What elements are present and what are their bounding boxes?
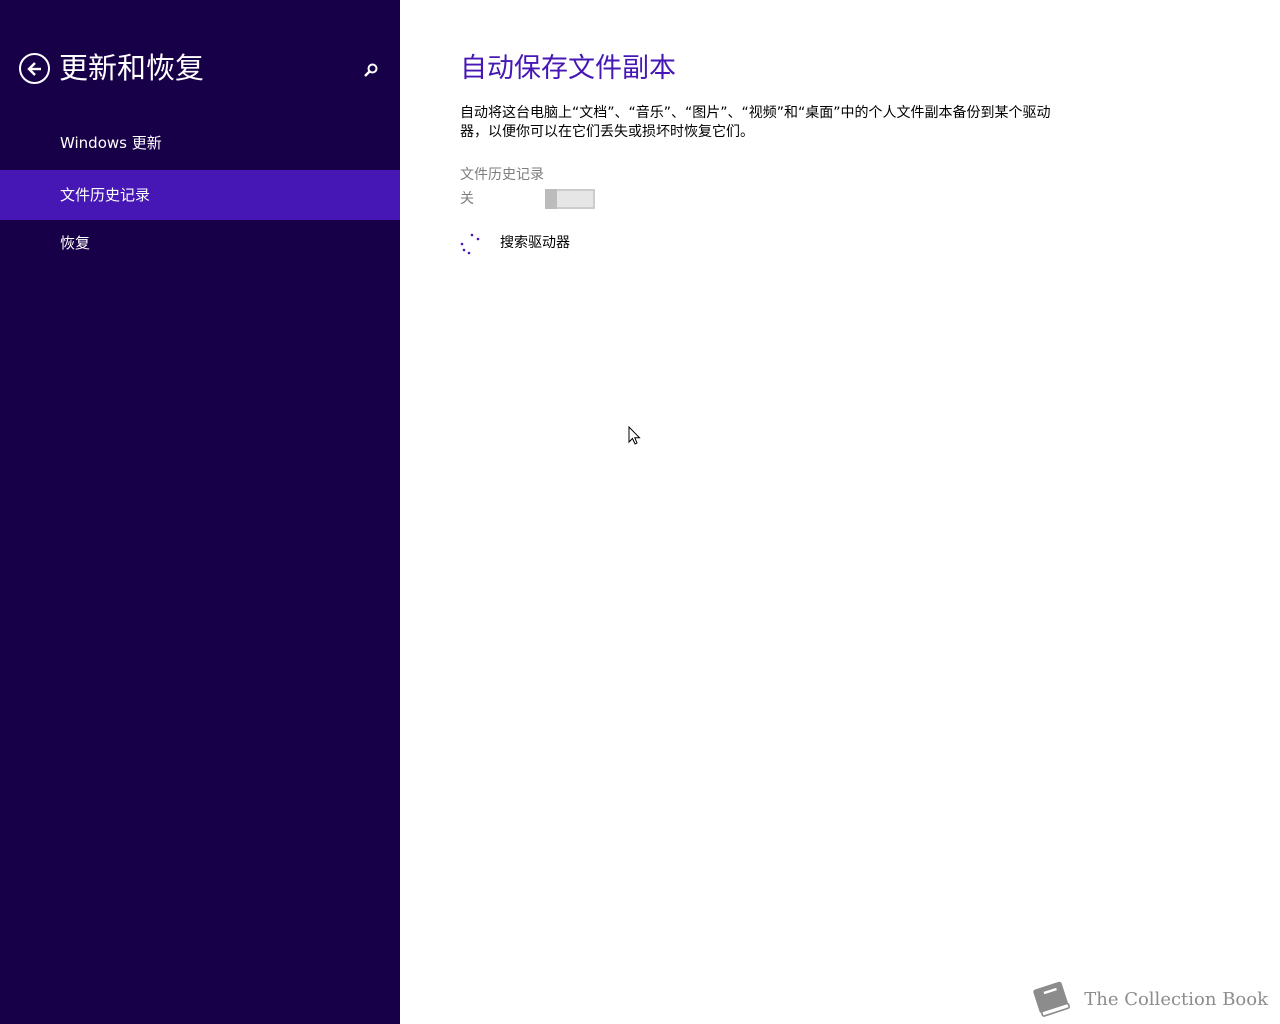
mouse-cursor-icon [628, 426, 641, 445]
toggle-thumb [545, 189, 557, 209]
main-content: 自动保存文件副本 自动将这台电脑上“文档”、“音乐”、“图片”、“视频”和“桌面… [400, 0, 1280, 1024]
sidebar-item-label: 文件历史记录 [60, 186, 151, 204]
loading-spinner-icon [460, 233, 480, 255]
sidebar-item-file-history[interactable]: 文件历史记录 [0, 170, 400, 220]
description-text: 自动将这台电脑上“文档”、“音乐”、“图片”、“视频”和“桌面”中的个人文件副本… [460, 105, 1051, 140]
back-arrow-icon [26, 61, 41, 76]
watermark-text: The Collection Book [1084, 988, 1268, 1010]
sidebar-item-label: 恢复 [60, 234, 91, 252]
watermark: The Collection Book [1028, 974, 1268, 1024]
file-history-toggle[interactable] [545, 189, 595, 209]
sidebar-item-recovery[interactable]: 恢复 [0, 218, 400, 268]
sidebar-item-windows-update[interactable]: Windows 更新 [0, 118, 400, 168]
search-icon [364, 63, 378, 77]
search-drive-status: 搜索驱动器 [500, 235, 570, 251]
sidebar-title: 更新和恢复 [59, 51, 205, 85]
page-title: 自动保存文件副本 [460, 53, 676, 84]
book-icon [1033, 981, 1070, 1017]
back-button[interactable] [19, 53, 50, 84]
sidebar-item-label: Windows 更新 [60, 134, 162, 152]
file-history-label: 文件历史记录 [460, 167, 544, 183]
file-history-state: 关 [460, 191, 474, 207]
settings-screen: 更新和恢复 Windows 更新 文件历史记录 恢复 自动保存文件副本 自动将这… [0, 0, 1280, 1024]
search-button[interactable] [358, 57, 384, 83]
sidebar: 更新和恢复 Windows 更新 文件历史记录 恢复 [0, 0, 400, 1024]
